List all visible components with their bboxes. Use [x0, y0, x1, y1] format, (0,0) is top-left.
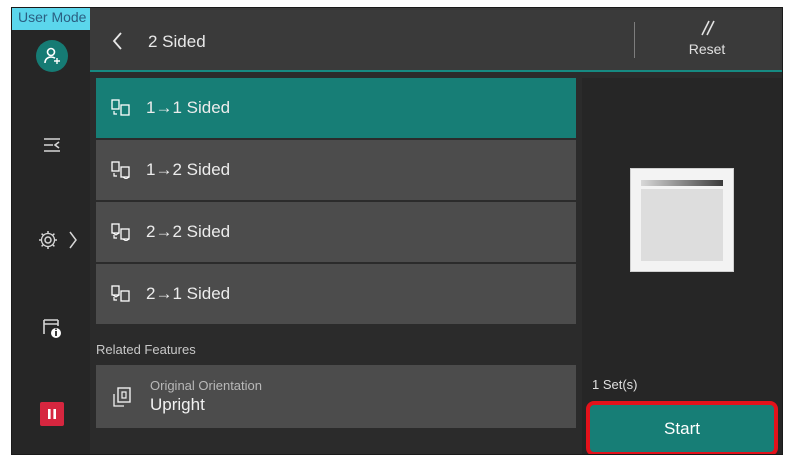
job-list-icon — [44, 138, 60, 152]
machine-status-button[interactable] — [26, 308, 78, 348]
header-divider — [634, 22, 635, 58]
chevron-left-icon — [112, 32, 122, 50]
reset-button[interactable]: Reset — [662, 18, 752, 66]
pause-button[interactable] — [26, 394, 78, 434]
back-button[interactable] — [102, 26, 132, 56]
preview-header-stripe — [641, 180, 723, 186]
header-bar: 2 Sided Reset — [90, 8, 782, 72]
one-to-two-sided-icon — [111, 160, 131, 180]
option-2-to-1-sided[interactable]: 2→1 Sided — [96, 264, 576, 324]
original-orientation-icon — [110, 385, 134, 409]
preview-page-body — [641, 189, 723, 261]
option-label: 1→2 Sided — [146, 160, 231, 179]
start-button[interactable]: Start — [586, 401, 778, 454]
pause-icon — [40, 402, 64, 426]
original-orientation-title: Original Orientation — [150, 377, 262, 393]
related-features-heading: Related Features — [96, 342, 196, 357]
quantity-label: 1 Set(s) — [592, 377, 638, 392]
reset-label: Reset — [688, 41, 726, 57]
user-icon — [36, 40, 68, 72]
original-orientation-value: Upright — [150, 394, 205, 414]
option-label: 2→1 Sided — [146, 284, 231, 303]
device-screen: User Mode 2 Sided Reset 1→1 Sided 1→2 Si… — [11, 7, 783, 455]
user-button[interactable] — [26, 36, 78, 76]
sidebar — [12, 8, 90, 454]
option-label: 2→2 Sided — [146, 222, 231, 241]
page-title: 2 Sided — [148, 32, 206, 51]
two-to-one-sided-icon — [111, 284, 131, 304]
printer-info-icon — [43, 319, 61, 338]
option-2-to-2-sided[interactable]: 2→2 Sided — [96, 202, 576, 262]
reset-icon — [701, 20, 715, 36]
chevron-right-icon — [69, 231, 77, 249]
page-preview-thumbnail — [630, 168, 734, 272]
original-orientation-text: Original Orientation Upright — [150, 378, 262, 416]
option-label: 1→1 Sided — [146, 98, 231, 117]
preview-panel — [582, 78, 782, 454]
job-list-button[interactable] — [26, 125, 78, 165]
option-1-to-1-sided[interactable]: 1→1 Sided — [96, 78, 576, 138]
original-orientation-item[interactable]: Original Orientation Upright — [96, 365, 576, 428]
option-1-to-2-sided[interactable]: 1→2 Sided — [96, 140, 576, 200]
two-to-two-sided-icon — [111, 222, 131, 242]
settings-button[interactable] — [32, 220, 84, 260]
gear-icon — [39, 231, 57, 249]
one-to-one-sided-icon — [111, 98, 131, 118]
